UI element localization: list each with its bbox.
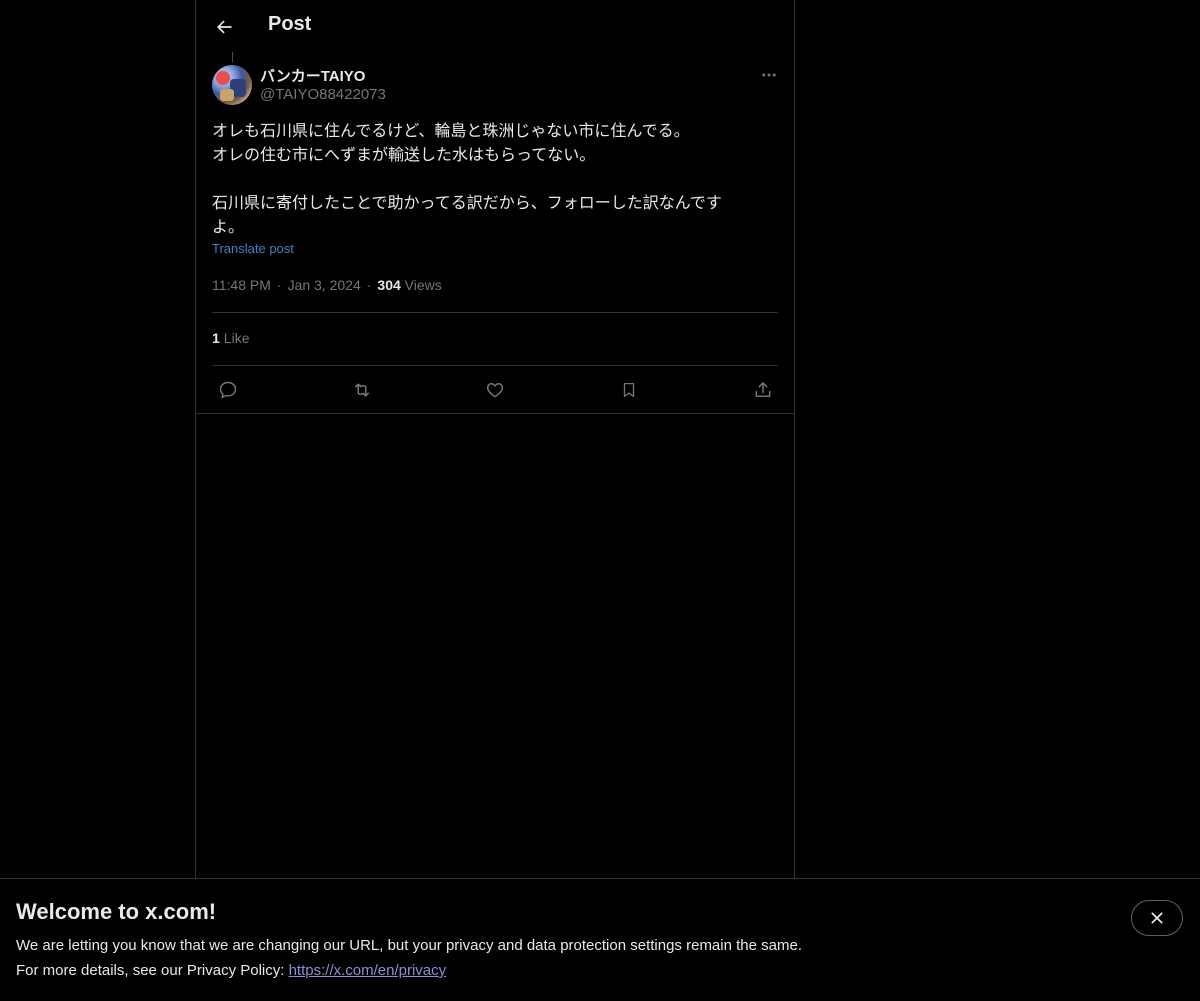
banner-message: We are letting you know that we are chan… [16,937,802,954]
privacy-policy-link[interactable]: https://x.com/en/privacy [289,962,447,979]
likes-count: 1 [212,330,220,346]
author-handle[interactable]: @TAIYO88422073 [260,86,386,103]
url-change-banner: Welcome to x.com! We are letting you kno… [0,878,1200,1001]
like-icon [486,383,504,398]
close-banner-button[interactable] [1131,900,1183,936]
translate-post-link[interactable]: Translate post [212,241,294,256]
main-column: Post バンカーTAIYO @TAIYO88422073 オレも石川県に住んで… [195,0,795,878]
likes-label: Like [223,330,250,346]
separator-dot: · [276,277,282,293]
separator-dot: · [366,277,372,293]
repost-button[interactable] [347,375,377,405]
divider [212,312,778,313]
back-button[interactable] [208,11,240,43]
avatar-detail [220,89,234,101]
likes-row[interactable]: 1 Like [212,330,249,346]
header: Post [196,0,794,53]
post-date[interactable]: Jan 3, 2024 [288,277,361,293]
post-time[interactable]: 11:48 PM [212,277,271,293]
share-icon [755,382,771,397]
repost-icon [355,383,369,397]
page-title: Post [268,13,312,35]
arrow-left-icon [217,20,232,34]
more-icon [762,73,776,77]
views-label: Views [404,277,442,293]
banner-title: Welcome to x.com! [16,899,217,924]
author-display-name[interactable]: バンカーTAIYO [260,65,365,86]
banner-privacy-prefix: For more details, see our Privacy Policy… [16,962,289,979]
post-meta: 11:48 PM · Jan 3, 2024 · 304 Views [212,277,442,293]
bookmark-icon [623,382,635,398]
share-button[interactable] [748,375,778,405]
bookmark-button[interactable] [614,375,644,405]
reply-button[interactable] [213,375,243,405]
action-bar [196,367,794,413]
views-count: 304 [377,277,401,293]
avatar-detail [216,71,230,85]
thread-line [232,52,233,62]
more-options-button[interactable] [754,62,784,88]
avatar[interactable] [212,65,252,105]
post-text: オレも石川県に住んでるけど、輪島と珠洲じゃない市に住んでる。 オレの住む市にへず… [212,121,722,236]
close-icon [1151,912,1163,924]
banner-privacy-line: For more details, see our Privacy Policy… [16,962,446,979]
divider [212,365,778,366]
divider [196,413,794,414]
reply-icon [219,381,237,399]
like-button[interactable] [480,375,510,405]
